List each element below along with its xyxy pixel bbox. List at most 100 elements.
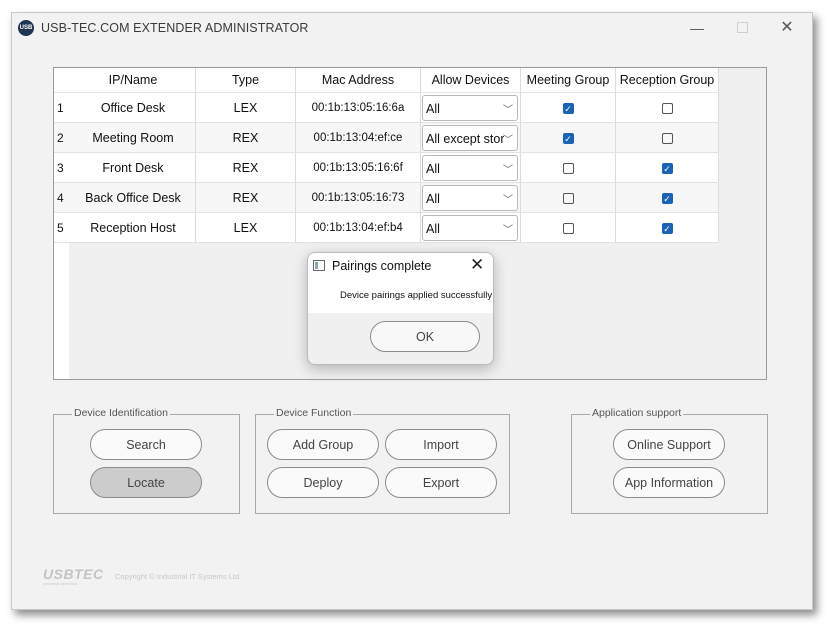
cell-type[interactable]: REX bbox=[195, 152, 296, 183]
column-header-reception-group[interactable]: Reception Group bbox=[615, 68, 719, 93]
minimize-button[interactable]: — bbox=[677, 15, 717, 41]
table-row[interactable]: 5 Reception Host LEX 00:1b:13:04:ef:b4 A… bbox=[54, 212, 719, 243]
cell-name[interactable]: Reception Host bbox=[71, 212, 196, 243]
row-number: 3 bbox=[54, 152, 71, 183]
cell-mac[interactable]: 00:1b:13:05:16:73 bbox=[295, 182, 421, 213]
cell-mac[interactable]: 00:1b:13:04:ef:ce bbox=[295, 122, 421, 153]
cell-type[interactable]: LEX bbox=[195, 92, 296, 123]
cell-name[interactable]: Back Office Desk bbox=[71, 182, 196, 213]
allow-devices-select[interactable]: All ﹀ bbox=[422, 214, 518, 241]
dialog-title-bar: Pairings complete ✕ bbox=[308, 253, 493, 279]
meeting-group-checkbox[interactable] bbox=[562, 162, 574, 174]
reception-group-checkbox[interactable]: ✓ bbox=[661, 222, 673, 234]
maximize-button bbox=[722, 15, 762, 41]
table-row[interactable]: 2 Meeting Room REX 00:1b:13:04:ef:ce All… bbox=[54, 122, 719, 153]
row-number: 5 bbox=[54, 212, 71, 243]
cell-mac[interactable]: 00:1b:13:05:16:6f bbox=[295, 152, 421, 183]
logo-subtitle: universal serial bus bbox=[43, 581, 78, 586]
close-window-button[interactable]: ✕ bbox=[767, 15, 807, 41]
cell-name[interactable]: Meeting Room bbox=[71, 122, 196, 153]
application-support-group: Application support Online Support App I… bbox=[571, 407, 768, 514]
corner-header bbox=[54, 68, 71, 93]
reception-group-checkbox[interactable] bbox=[661, 132, 673, 144]
cell-allow: All except stor ﹀ bbox=[420, 122, 521, 153]
column-header-meeting-group[interactable]: Meeting Group bbox=[520, 68, 616, 93]
cell-allow: All ﹀ bbox=[420, 182, 521, 213]
allow-devices-select[interactable]: All except stor ﹀ bbox=[422, 124, 518, 151]
row-number: 4 bbox=[54, 182, 71, 213]
cell-meeting bbox=[520, 182, 616, 213]
table-row[interactable]: 1 Office Desk LEX 00:1b:13:05:16:6a All ﹀… bbox=[54, 92, 719, 123]
group-title: Application support bbox=[590, 407, 684, 419]
table-row[interactable]: 4 Back Office Desk REX 00:1b:13:05:16:73… bbox=[54, 182, 719, 213]
window-title: USB-TEC.COM EXTENDER ADMINISTRATOR bbox=[41, 21, 309, 35]
ok-button[interactable]: OK bbox=[370, 321, 480, 352]
cell-meeting: ✓ bbox=[520, 92, 616, 123]
locate-button[interactable]: Locate bbox=[90, 467, 202, 498]
group-title: Device Identification bbox=[72, 407, 170, 419]
allow-devices-select[interactable]: All ﹀ bbox=[422, 154, 518, 181]
reception-group-checkbox[interactable] bbox=[661, 102, 673, 114]
dialog-title: Pairings complete bbox=[332, 259, 432, 273]
meeting-group-checkbox[interactable]: ✓ bbox=[562, 132, 574, 144]
chevron-down-icon: ﹀ bbox=[503, 164, 513, 176]
allow-devices-select[interactable]: All ﹀ bbox=[422, 94, 518, 121]
reception-group-checkbox[interactable]: ✓ bbox=[661, 192, 673, 204]
title-bar: USB USB-TEC.COM EXTENDER ADMINISTRATOR —… bbox=[12, 13, 812, 43]
device-identification-group: Device Identification Search Locate bbox=[53, 407, 240, 514]
meeting-group-checkbox[interactable] bbox=[562, 192, 574, 204]
cell-name[interactable]: Office Desk bbox=[71, 92, 196, 123]
column-header-type[interactable]: Type bbox=[195, 68, 296, 93]
cell-allow: All ﹀ bbox=[420, 212, 521, 243]
chevron-down-icon: ﹀ bbox=[503, 194, 513, 206]
pairings-complete-dialog: Pairings complete ✕ Device pairings appl… bbox=[307, 252, 494, 365]
reception-group-checkbox[interactable]: ✓ bbox=[661, 162, 673, 174]
meeting-group-checkbox[interactable]: ✓ bbox=[562, 102, 574, 114]
app-information-button[interactable]: App Information bbox=[613, 467, 725, 498]
cell-meeting: ✓ bbox=[520, 122, 616, 153]
chevron-down-icon: ﹀ bbox=[503, 104, 513, 116]
cell-reception bbox=[615, 122, 719, 153]
add-group-button[interactable]: Add Group bbox=[267, 429, 379, 460]
deploy-button[interactable]: Deploy bbox=[267, 467, 379, 498]
cell-type[interactable]: REX bbox=[195, 182, 296, 213]
search-button[interactable]: Search bbox=[90, 429, 202, 460]
import-button[interactable]: Import bbox=[385, 429, 497, 460]
cell-mac[interactable]: 00:1b:13:05:16:6a bbox=[295, 92, 421, 123]
chevron-down-icon: ﹀ bbox=[503, 224, 513, 236]
column-header-ip-name[interactable]: IP/Name bbox=[71, 68, 196, 93]
table-row[interactable]: 3 Front Desk REX 00:1b:13:05:16:6f All ﹀ … bbox=[54, 152, 719, 183]
app-logo-icon: USB bbox=[18, 20, 34, 36]
column-header-mac[interactable]: Mac Address bbox=[295, 68, 421, 93]
allow-devices-value: All except stor bbox=[426, 131, 504, 146]
dialog-message: Device pairings applied successfully bbox=[340, 290, 493, 301]
cell-reception: ✓ bbox=[615, 182, 719, 213]
cell-reception: ✓ bbox=[615, 212, 719, 243]
dialog-close-button[interactable]: ✕ bbox=[470, 255, 484, 275]
meeting-group-checkbox[interactable] bbox=[562, 222, 574, 234]
allow-devices-select[interactable]: All ﹀ bbox=[422, 184, 518, 211]
allow-devices-value: All bbox=[426, 191, 440, 206]
online-support-button[interactable]: Online Support bbox=[613, 429, 725, 460]
allow-devices-value: All bbox=[426, 221, 440, 236]
allow-devices-value: All bbox=[426, 101, 440, 116]
usbtec-logo: USBTEC bbox=[43, 566, 104, 582]
cell-type[interactable]: REX bbox=[195, 122, 296, 153]
row-number: 2 bbox=[54, 122, 71, 153]
cell-allow: All ﹀ bbox=[420, 92, 521, 123]
export-button[interactable]: Export bbox=[385, 467, 497, 498]
column-header-allow-devices[interactable]: Allow Devices bbox=[420, 68, 521, 93]
dialog-window-icon bbox=[313, 260, 325, 271]
cell-type[interactable]: LEX bbox=[195, 212, 296, 243]
cell-name[interactable]: Front Desk bbox=[71, 152, 196, 183]
dialog-message-area: Device pairings applied successfully bbox=[308, 279, 493, 313]
device-table: IP/Name Type Mac Address Allow Devices M… bbox=[54, 68, 719, 243]
cell-allow: All ﹀ bbox=[420, 152, 521, 183]
copyright-text: Copyright © Industrial IT Systems Ltd. bbox=[115, 572, 242, 581]
maximize-icon bbox=[736, 22, 748, 33]
cell-meeting bbox=[520, 152, 616, 183]
device-function-group: Device Function Add Group Import Deploy … bbox=[255, 407, 510, 514]
cell-mac[interactable]: 00:1b:13:04:ef:b4 bbox=[295, 212, 421, 243]
main-window: USB USB-TEC.COM EXTENDER ADMINISTRATOR —… bbox=[11, 12, 813, 610]
row-number: 1 bbox=[54, 92, 71, 123]
